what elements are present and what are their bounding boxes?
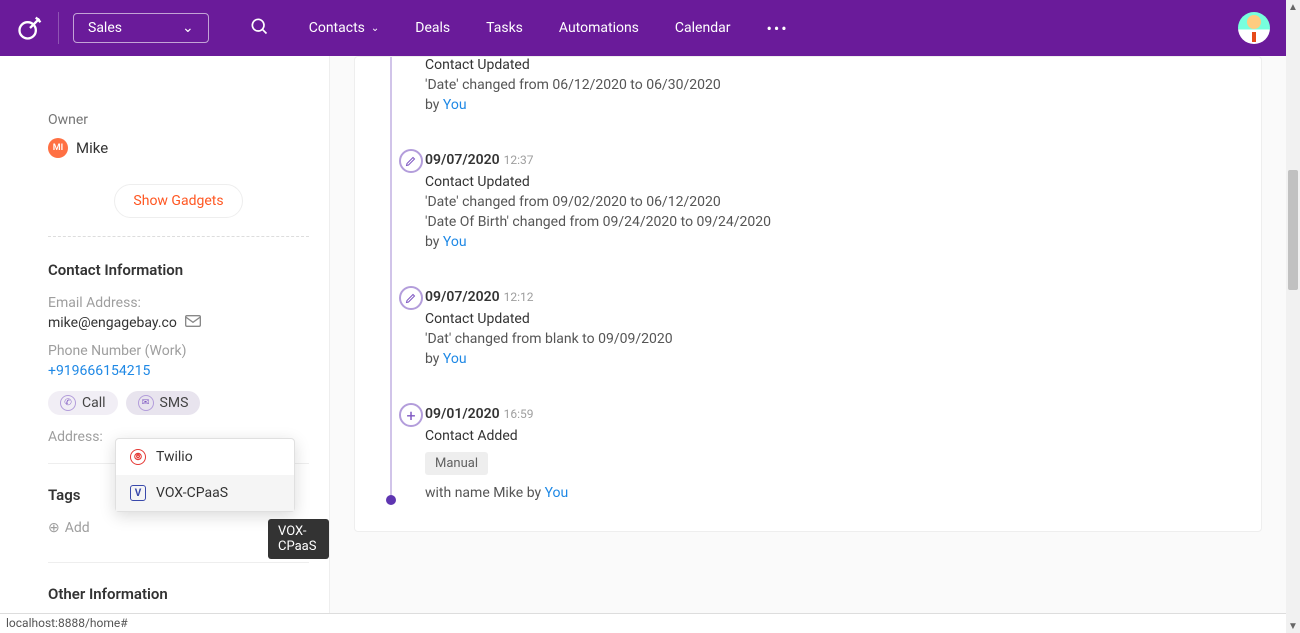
- sms-button[interactable]: ✉ SMS: [126, 391, 201, 415]
- nav-contacts[interactable]: Contacts ⌄: [309, 20, 380, 36]
- sms-provider-dropdown: ⦾ Twilio V VOX-CPaaS: [115, 438, 295, 512]
- timeline-item: 09/07/2020 12:37 Contact Updated 'Date' …: [375, 133, 1241, 250]
- timeline: Contact Updated 'Date' changed from 06/1…: [354, 56, 1262, 532]
- divider: [58, 12, 59, 44]
- module-label: Sales: [88, 20, 122, 36]
- phone-label: Phone Number (Work): [48, 343, 309, 359]
- phone-value[interactable]: +919666154215: [48, 363, 309, 379]
- app-logo[interactable]: [16, 14, 44, 42]
- owner-avatar: MI: [48, 138, 68, 158]
- nav-deals[interactable]: Deals: [415, 20, 450, 36]
- show-gadgets-button[interactable]: Show Gadgets: [114, 184, 242, 218]
- timeline-end-dot: [386, 495, 396, 505]
- chevron-down-icon: ⌄: [371, 23, 379, 34]
- chevron-down-icon: ⌄: [182, 20, 194, 36]
- contact-info-title: Contact Information: [48, 261, 309, 279]
- nav-items: Contacts ⌄ Deals Tasks Automations Calen…: [309, 20, 731, 36]
- timeline-by: by You: [425, 97, 1241, 113]
- nav-calendar[interactable]: Calendar: [675, 20, 731, 36]
- topbar: Sales ⌄ Contacts ⌄ Deals Tasks Automatio…: [0, 0, 1286, 56]
- mail-icon[interactable]: [185, 315, 201, 331]
- timeline-item: + 09/01/2020 16:59 Contact Added Manual …: [375, 387, 1241, 501]
- you-link[interactable]: You: [443, 97, 467, 113]
- timeline-by: by You: [425, 351, 1241, 367]
- email-value: mike@engagebay.co: [48, 315, 309, 331]
- sidebar: Owner MI Mike Show Gadgets Contact Infor…: [0, 56, 330, 613]
- vox-icon: V: [130, 485, 146, 501]
- user-avatar[interactable]: [1238, 12, 1270, 44]
- timeline-by: by You: [425, 234, 1241, 250]
- dropdown-item-twilio[interactable]: ⦾ Twilio: [116, 439, 294, 475]
- source-badge: Manual: [425, 452, 488, 475]
- tooltip: VOX-CPaaS: [268, 519, 329, 559]
- other-info-title: Other Information: [48, 585, 309, 603]
- plus-icon: +: [399, 403, 423, 427]
- call-button[interactable]: ✆ Call: [48, 391, 118, 415]
- owner-row: MI Mike: [48, 138, 309, 158]
- nav-automations[interactable]: Automations: [559, 20, 639, 36]
- timeline-bottom: with name Mike by You: [425, 485, 1241, 501]
- scroll-thumb[interactable]: [1288, 170, 1298, 290]
- main-content: Contact Updated 'Date' changed from 06/1…: [330, 56, 1286, 613]
- statusbar: localhost:8888/home#: [0, 613, 1286, 633]
- edit-icon: [399, 286, 423, 310]
- edit-icon: [399, 149, 423, 173]
- you-link[interactable]: You: [545, 485, 569, 501]
- dropdown-item-vox[interactable]: V VOX-CPaaS: [116, 475, 294, 511]
- module-selector[interactable]: Sales ⌄: [73, 13, 209, 43]
- divider: [48, 562, 309, 563]
- you-link[interactable]: You: [443, 234, 467, 250]
- scroll-down-arrow[interactable]: ▼: [1286, 619, 1300, 633]
- divider: [48, 236, 309, 237]
- sms-icon: ✉: [138, 395, 154, 411]
- more-menu[interactable]: •••: [766, 19, 788, 38]
- phone-icon: ✆: [60, 395, 76, 411]
- plus-icon: ⊕: [48, 520, 60, 536]
- owner-name: Mike: [76, 139, 108, 157]
- email-label: Email Address:: [48, 295, 309, 311]
- nav-tasks[interactable]: Tasks: [486, 20, 523, 36]
- vertical-scrollbar[interactable]: ▲ ▼: [1286, 0, 1300, 633]
- owner-label: Owner: [48, 112, 309, 128]
- timeline-item: 09/07/2020 12:12 Contact Updated 'Dat' c…: [375, 270, 1241, 367]
- timeline-item: Contact Updated 'Date' changed from 06/1…: [375, 57, 1241, 113]
- search-icon[interactable]: [249, 16, 269, 40]
- twilio-icon: ⦾: [130, 449, 146, 465]
- you-link[interactable]: You: [443, 351, 467, 367]
